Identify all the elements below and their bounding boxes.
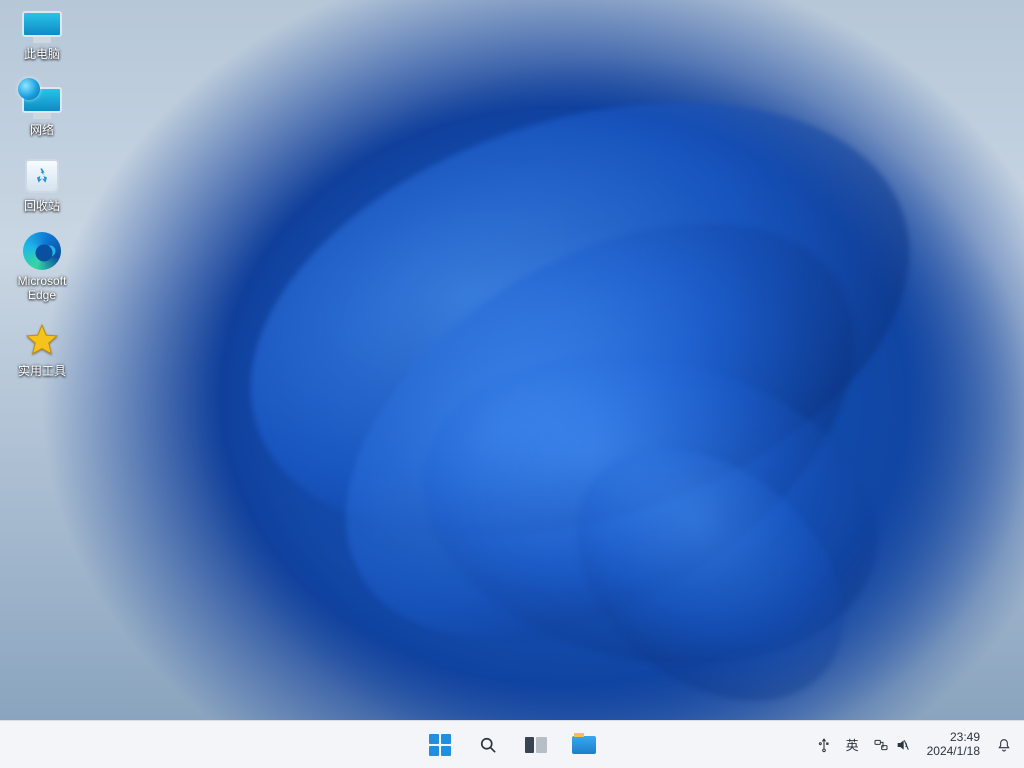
windows-logo-icon (429, 734, 451, 756)
tray-usb-button[interactable] (810, 726, 838, 764)
taskbar: 英 23:49 2024/1/18 (0, 720, 1024, 768)
search-button[interactable] (467, 725, 509, 765)
notifications-icon (996, 737, 1012, 753)
ime-indicator-label: 英 (846, 735, 859, 754)
tray-network-volume-button[interactable] (867, 726, 917, 764)
desktop-icon-network[interactable]: 网络 (6, 80, 78, 138)
file-explorer-button[interactable] (563, 725, 605, 765)
microsoft-edge-icon (20, 231, 64, 271)
desktop-icon-label: Microsoft Edge (6, 275, 78, 303)
star-icon (20, 321, 64, 361)
file-explorer-icon (572, 736, 596, 754)
recycle-bin-icon (20, 156, 64, 196)
desktop-icons: 此电脑 网络 回收站 Microsoft Edge (6, 4, 78, 379)
this-pc-icon (20, 4, 64, 44)
network-icon (20, 80, 64, 120)
volume-icon (895, 737, 911, 753)
desktop-icon-label: 此电脑 (24, 48, 60, 62)
task-view-button[interactable] (515, 725, 557, 765)
search-icon (478, 735, 498, 755)
usb-device-icon (816, 737, 832, 753)
desktop-icon-label: 回收站 (24, 200, 60, 214)
clock-time: 23:49 (927, 731, 980, 745)
taskbar-center (419, 721, 605, 768)
desktop-icon-label: 网络 (30, 124, 54, 138)
desktop-icon-label: 实用工具 (18, 365, 66, 379)
start-button[interactable] (419, 725, 461, 765)
desktop[interactable]: 此电脑 网络 回收站 Microsoft Edge (0, 0, 1024, 720)
tray-ime-button[interactable]: 英 (840, 726, 865, 764)
desktop-icon-recycle-bin[interactable]: 回收站 (6, 156, 78, 214)
tray-notifications-button[interactable] (990, 726, 1018, 764)
clock-date: 2024/1/18 (927, 745, 980, 759)
task-view-icon (525, 737, 547, 753)
desktop-icon-utilities[interactable]: 实用工具 (6, 321, 78, 379)
system-tray: 英 23:49 2024/1/18 (810, 721, 1018, 768)
tray-clock-button[interactable]: 23:49 2024/1/18 (919, 729, 988, 761)
network-icon (873, 737, 889, 753)
desktop-icon-microsoft-edge[interactable]: Microsoft Edge (6, 231, 78, 303)
desktop-icon-this-pc[interactable]: 此电脑 (6, 4, 78, 62)
